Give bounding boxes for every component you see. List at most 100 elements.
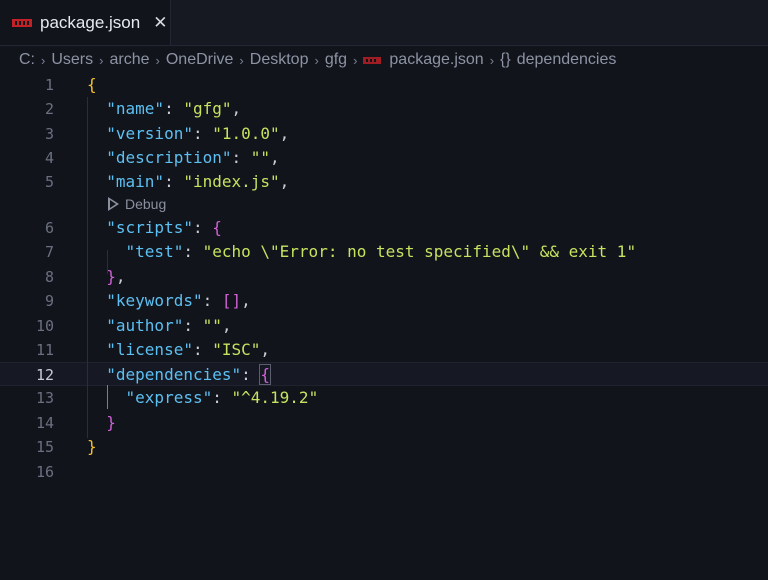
code-token: { — [212, 218, 222, 237]
code-token: : — [164, 172, 184, 191]
npm-icon — [12, 18, 32, 27]
line-number: 7 — [44, 243, 54, 261]
chevron-right-icon: › — [99, 52, 104, 68]
code-line[interactable]: 11 "license": "ISC", — [0, 338, 768, 362]
code-token: "description" — [106, 148, 232, 167]
code-line[interactable]: 2 "name": "gfg", — [0, 97, 768, 121]
tab-label[interactable]: package.json — [40, 13, 140, 33]
code-line[interactable]: 1{ — [0, 73, 768, 97]
code-token: "express" — [125, 388, 213, 407]
code-line[interactable]: 3 "version": "1.0.0", — [0, 122, 768, 146]
code-line[interactable]: 5 "main": "index.js", — [0, 170, 768, 194]
code-content[interactable]: "main": "index.js", — [87, 170, 289, 194]
code-line[interactable]: 12 "dependencies": { — [0, 362, 768, 386]
code-content[interactable]: "name": "gfg", — [87, 97, 241, 121]
chevron-right-icon: › — [41, 52, 46, 68]
code-content[interactable]: "license": "ISC", — [87, 338, 270, 362]
breadcrumb-item-users[interactable]: Users — [51, 51, 93, 69]
code-token: , — [231, 99, 242, 118]
line-number: 13 — [35, 389, 54, 407]
breadcrumb: C: › Users › arche › OneDrive › Desktop … — [19, 49, 616, 71]
code-content[interactable]: "version": "1.0.0", — [87, 122, 289, 146]
code-token: "version" — [106, 124, 193, 143]
code-line[interactable]: 7 "test": "echo \"Error: no test specifi… — [0, 240, 768, 264]
code-token: : — [183, 242, 203, 261]
code-token: , — [241, 291, 251, 310]
line-number: 16 — [35, 463, 54, 481]
line-number: 10 — [35, 317, 54, 335]
code-content[interactable]: } — [87, 435, 97, 459]
code-line[interactable]: 16 — [0, 460, 768, 484]
code-token: "ISC" — [212, 340, 261, 359]
tab-bar: package.json ✕ — [0, 0, 768, 46]
line-number: 2 — [44, 100, 54, 118]
indent-guide — [87, 97, 88, 438]
code-token: "" — [202, 316, 222, 335]
close-icon[interactable]: ✕ — [153, 13, 167, 33]
code-token: : — [192, 124, 213, 143]
code-content[interactable]: } — [87, 411, 116, 435]
code-content[interactable]: "author": "", — [87, 314, 231, 338]
code-content[interactable]: "keywords": [], — [87, 289, 251, 313]
code-token: : — [212, 388, 232, 407]
breadcrumb-item-gfg[interactable]: gfg — [325, 51, 347, 69]
line-number: 4 — [44, 149, 54, 167]
code-line[interactable]: 14 } — [0, 411, 768, 435]
code-token: "dependencies" — [106, 365, 242, 384]
code-content[interactable]: "dependencies": { — [87, 363, 271, 387]
code-content[interactable]: "test": "echo \"Error: no test specified… — [87, 240, 637, 264]
object-symbol-icon: {} — [500, 51, 511, 68]
code-token: : — [164, 99, 184, 118]
code-content[interactable]: "description": "", — [87, 146, 279, 170]
line-number: 5 — [44, 173, 54, 191]
code-content[interactable]: "scripts": { — [87, 216, 222, 240]
code-token: : — [192, 340, 213, 359]
code-token: } — [87, 437, 97, 456]
code-token: "echo \"Error: no test specified\" && ex… — [202, 242, 637, 261]
code-content[interactable]: { — [87, 73, 97, 97]
code-token: , — [279, 124, 290, 143]
code-line[interactable]: 15} — [0, 435, 768, 459]
debug-label[interactable]: Debug — [125, 194, 166, 214]
line-number: 11 — [35, 341, 54, 359]
code-line[interactable]: 9 "keywords": [], — [0, 289, 768, 313]
code-token: "index.js" — [183, 172, 280, 191]
line-number: 9 — [44, 292, 54, 310]
code-line[interactable]: 10 "author": "", — [0, 314, 768, 338]
code-token: : — [183, 316, 203, 335]
code-line[interactable]: 4 "description": "", — [0, 146, 768, 170]
code-token: "name" — [106, 99, 165, 118]
line-number: 12 — [35, 366, 54, 384]
breadcrumb-item-file[interactable]: package.json — [389, 51, 483, 69]
code-token: : — [202, 291, 222, 310]
line-number: 1 — [44, 76, 54, 94]
code-token: "test" — [125, 242, 184, 261]
code-token: "author" — [106, 316, 184, 335]
debug-codelens[interactable]: Debug — [108, 194, 166, 214]
tab-package-json[interactable]: package.json ✕ — [0, 0, 171, 45]
breadcrumb-item-symbol[interactable]: dependencies — [517, 51, 617, 69]
breadcrumb-item-desktop[interactable]: Desktop — [250, 51, 309, 69]
breadcrumb-item-arche[interactable]: arche — [109, 51, 149, 69]
code-line[interactable]: 13 "express": "^4.19.2" — [0, 386, 768, 410]
code-editor[interactable]: 16 15} 14 } 13 "express": "^4.19.2" 12 "depe… — [0, 73, 768, 580]
breadcrumb-item-onedrive[interactable]: OneDrive — [166, 51, 234, 69]
play-icon — [108, 197, 119, 211]
code-line[interactable]: 8 }, — [0, 265, 768, 289]
indent-guide-active — [107, 385, 108, 409]
code-token: "keywords" — [106, 291, 203, 310]
code-token: "scripts" — [106, 218, 193, 237]
breadcrumb-item-drive[interactable]: C: — [19, 51, 35, 69]
line-number: 3 — [44, 125, 54, 143]
code-token: , — [260, 340, 271, 359]
code-line[interactable]: 6 "scripts": { — [0, 216, 768, 240]
code-token: "license" — [106, 340, 193, 359]
code-content[interactable]: "express": "^4.19.2" — [87, 386, 319, 410]
